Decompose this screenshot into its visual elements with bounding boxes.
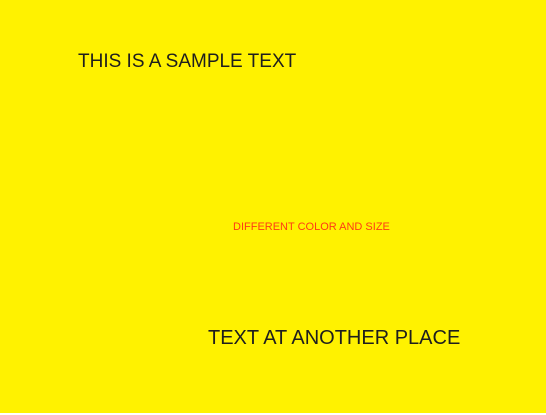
different-color-text: DIFFERENT COLOR AND SIZE: [233, 221, 390, 233]
another-place-text: TEXT AT ANOTHER PLACE: [208, 327, 461, 349]
sample-text: THIS IS A SAMPLE TEXT: [78, 51, 297, 72]
yellow-canvas: THIS IS A SAMPLE TEXT DIFFERENT COLOR AN…: [0, 0, 546, 415]
